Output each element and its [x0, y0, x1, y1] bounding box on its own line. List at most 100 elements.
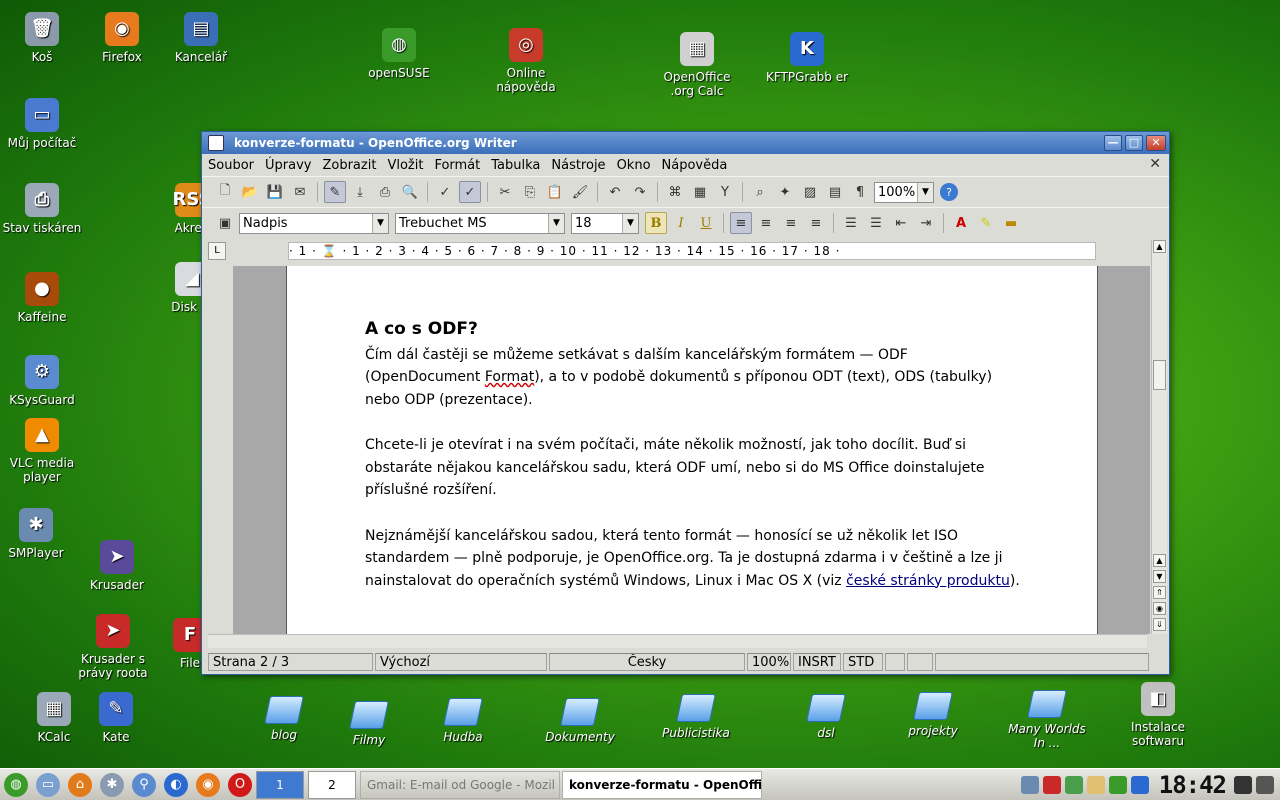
- maximize-button[interactable]: □: [1125, 135, 1143, 151]
- security-icon[interactable]: [1042, 775, 1061, 794]
- scroll-thumb[interactable]: [1153, 360, 1166, 390]
- folder-projekty[interactable]: projekty: [891, 688, 975, 738]
- konqueror-icon[interactable]: ◐: [164, 772, 188, 797]
- undo-icon[interactable]: ↶: [604, 181, 626, 203]
- folder-blog[interactable]: blog: [242, 692, 326, 742]
- menu-format[interactable]: Formát: [434, 158, 480, 173]
- copy-icon[interactable]: ⎘: [519, 181, 541, 203]
- scroll-up-small-icon[interactable]: ▲: [1153, 554, 1166, 567]
- paragraph-odf[interactable]: Čím dál častěji se můžeme setkávat s dal…: [365, 344, 1025, 412]
- styles-formatting-icon[interactable]: ▣: [214, 212, 236, 234]
- updater-icon[interactable]: [1108, 775, 1127, 794]
- folder-hudba[interactable]: Hudba: [421, 694, 505, 744]
- opera-icon[interactable]: O: [228, 772, 252, 797]
- desktop-icon-firefox[interactable]: ◉ Firefox: [80, 12, 164, 64]
- clock[interactable]: 18:42: [1159, 771, 1227, 799]
- menu-upravy[interactable]: Úpravy: [265, 158, 311, 173]
- numbering-icon[interactable]: ☰: [840, 212, 862, 234]
- gallery-icon[interactable]: ▨: [799, 181, 821, 203]
- scroll-up-icon[interactable]: ▲: [1153, 240, 1166, 253]
- screen-icon[interactable]: [1234, 775, 1252, 794]
- formatting-marks-icon[interactable]: ¶: [849, 181, 871, 203]
- email-icon[interactable]: ✉: [289, 181, 311, 203]
- menu-nastroje[interactable]: Nástroje: [551, 158, 605, 173]
- align-center-icon[interactable]: ≡: [755, 212, 777, 234]
- paragraph-style-select[interactable]: Nadpis ▼: [239, 212, 389, 234]
- italic-button[interactable]: I: [670, 212, 692, 234]
- tab-selector[interactable]: L: [208, 242, 226, 260]
- status-page-style[interactable]: Výchozí: [375, 653, 547, 671]
- document-area[interactable]: A co s ODF? Čím dál častěji se můžeme se…: [233, 266, 1150, 634]
- desktop-icon-muj-pocitac[interactable]: ▭ Můj počítač: [0, 98, 84, 150]
- firefox-icon[interactable]: ◉: [196, 772, 220, 797]
- desktop-icon-kos[interactable]: 🗑 Koš: [0, 12, 84, 64]
- system-tools-icon[interactable]: ✱: [100, 772, 124, 797]
- edit-mode-icon[interactable]: ✎: [324, 181, 346, 203]
- new-document-icon[interactable]: 🗋: [214, 181, 236, 203]
- align-right-icon[interactable]: ≡: [780, 212, 802, 234]
- desktop-icon-instalace[interactable]: ◧ Instalace softwaru: [1116, 682, 1200, 748]
- logout-icon[interactable]: [1256, 775, 1274, 794]
- draw-functions-icon[interactable]: Y: [714, 181, 736, 203]
- status-language[interactable]: Česky: [549, 653, 745, 671]
- folder-dsl[interactable]: dsl: [784, 690, 868, 740]
- clipboard-icon[interactable]: [1086, 775, 1105, 794]
- desktop-pager-1[interactable]: 1: [256, 770, 304, 799]
- status-zoom[interactable]: 100%: [747, 653, 791, 671]
- cut-icon[interactable]: ✂: [494, 181, 516, 203]
- show-desktop-icon[interactable]: ▭: [36, 772, 60, 797]
- find-replace-icon[interactable]: ⌕: [749, 181, 771, 203]
- status-insert-mode[interactable]: INSRT: [793, 653, 841, 671]
- status-selection-mode[interactable]: STD: [843, 653, 883, 671]
- data-sources-icon[interactable]: ▤: [824, 181, 846, 203]
- home-icon[interactable]: ⌂: [68, 772, 92, 797]
- background-color-icon[interactable]: ▬: [1000, 212, 1022, 234]
- next-page-icon[interactable]: ⇓: [1153, 618, 1166, 631]
- desktop-pager-2[interactable]: 2: [308, 770, 356, 799]
- bullets-icon[interactable]: ☰: [865, 212, 887, 234]
- redo-icon[interactable]: ↷: [629, 181, 651, 203]
- desktop-icon-kancelar[interactable]: ▤ Kancelář: [159, 12, 243, 64]
- volume-icon[interactable]: [1020, 775, 1039, 794]
- status-page[interactable]: Strana 2 / 3: [208, 653, 373, 671]
- menu-vlozit[interactable]: Vložit: [387, 158, 423, 173]
- misspelled-word[interactable]: Format: [485, 369, 534, 385]
- menu-tabulka[interactable]: Tabulka: [491, 158, 540, 173]
- network-icon[interactable]: ⚲: [132, 772, 156, 797]
- battery-icon[interactable]: [1064, 775, 1083, 794]
- network-status-icon[interactable]: [1130, 775, 1149, 794]
- scroll-down-small-icon[interactable]: ▼: [1153, 570, 1166, 583]
- navigation-icon[interactable]: ◉: [1153, 602, 1166, 615]
- align-left-icon[interactable]: ≡: [730, 212, 752, 234]
- hyperlink-icon[interactable]: ⌘: [664, 181, 686, 203]
- paragraph-openoffice[interactable]: Nejznámější kancelářskou sadou, která te…: [365, 525, 1025, 593]
- folder-filmy[interactable]: Filmy: [327, 697, 411, 747]
- export-pdf-icon[interactable]: ⤓: [349, 181, 371, 203]
- title-bar[interactable]: konverze-formatu - OpenOffice.org Writer…: [202, 132, 1169, 154]
- desktop-icon-kate[interactable]: ✎ Kate: [74, 692, 158, 744]
- task-writer[interactable]: konverze-formatu - OpenOffice: [562, 770, 762, 799]
- print-icon[interactable]: ⎙: [374, 181, 396, 203]
- paste-icon[interactable]: 📋: [544, 181, 566, 203]
- desktop-icon-oo-calc[interactable]: ▦ OpenOffice .org Calc: [655, 32, 739, 98]
- writer-app-icon[interactable]: [208, 135, 224, 151]
- desktop-icon-stav-tiskaren[interactable]: ⎙ Stav tiskáren: [0, 183, 84, 235]
- desktop-icon-krusader[interactable]: ➤ Krusader: [75, 540, 159, 592]
- paragraph-options[interactable]: Chcete-li je otevírat i na svém počítači…: [365, 434, 1025, 502]
- desktop-icon-kftpgrabber[interactable]: K KFTPGrabb er: [765, 32, 849, 84]
- close-document-button[interactable]: ✕: [1149, 156, 1161, 172]
- menu-napoveda[interactable]: Nápověda: [662, 158, 728, 173]
- spellcheck-icon[interactable]: ✓: [434, 181, 456, 203]
- navigator-icon[interactable]: ✦: [774, 181, 796, 203]
- help-icon[interactable]: ?: [940, 183, 958, 201]
- horizontal-scrollbar[interactable]: [208, 634, 1147, 648]
- underline-button[interactable]: U: [695, 212, 717, 234]
- table-icon[interactable]: ▦: [689, 181, 711, 203]
- save-icon[interactable]: 💾: [264, 181, 286, 203]
- desktop-icon-online-napoveda[interactable]: ◎ Online nápověda: [484, 28, 568, 94]
- desktop-icon-smplayer[interactable]: ✱ SMPlayer: [0, 508, 78, 560]
- print-preview-icon[interactable]: 🔍: [399, 181, 421, 203]
- vertical-scrollbar[interactable]: ▲ ▲ ▼ ⇑ ◉ ⇓: [1151, 240, 1167, 634]
- menu-okno[interactable]: Okno: [617, 158, 651, 173]
- bold-button[interactable]: B: [645, 212, 667, 234]
